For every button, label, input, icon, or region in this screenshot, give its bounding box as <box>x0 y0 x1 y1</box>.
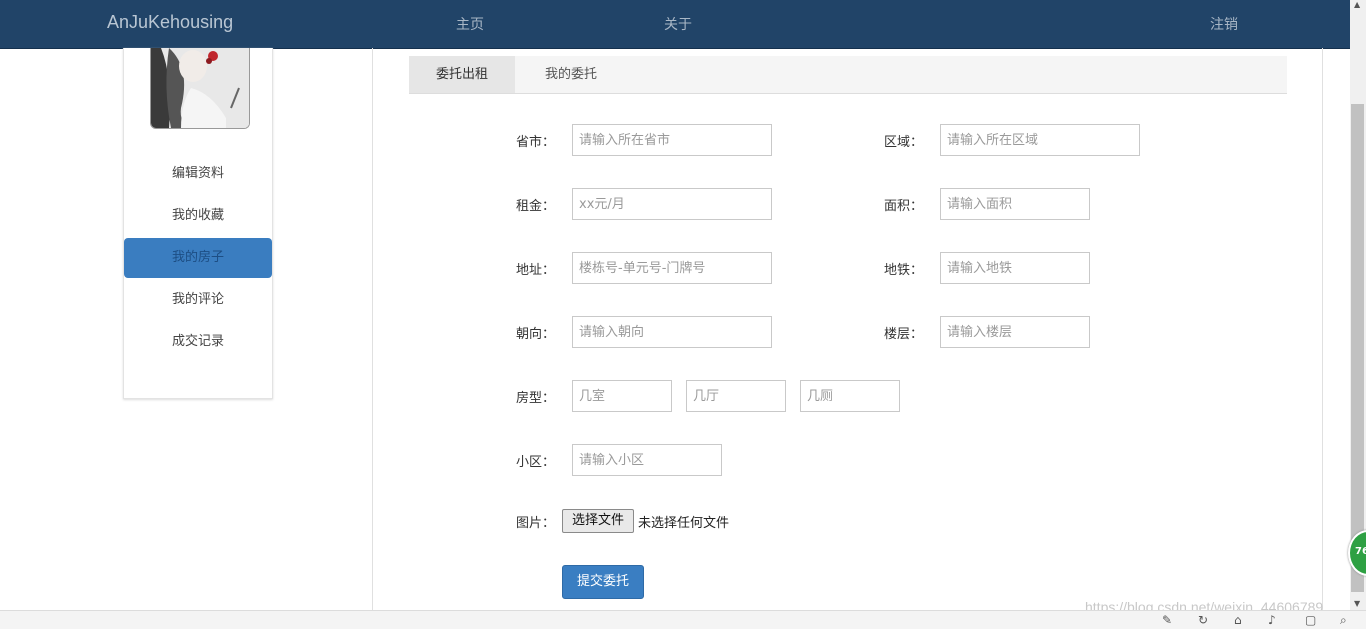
scroll-thumb[interactable] <box>1351 104 1364 592</box>
badge-value: 76 <box>1355 546 1366 557</box>
province-input[interactable] <box>572 124 772 156</box>
choose-file-button[interactable]: 选择文件 <box>562 509 634 533</box>
floor-input[interactable] <box>940 316 1090 348</box>
speaker-icon[interactable]: ♪ <box>1268 613 1276 627</box>
content-right-border <box>1322 48 1323 610</box>
top-navbar: AnJuKehousing 主页 关于 注销 <box>0 0 1350 49</box>
baths-input[interactable] <box>800 380 900 412</box>
district-label: 区域： <box>884 135 924 150</box>
avatar <box>150 48 250 129</box>
window-icon[interactable]: ▢ <box>1305 613 1316 627</box>
pin-icon[interactable]: ✎ <box>1162 613 1172 627</box>
nav-link-home[interactable]: 主页 <box>456 14 484 34</box>
layout-label: 房型： <box>516 391 556 406</box>
image-label: 图片： <box>516 516 556 531</box>
subway-label: 地铁： <box>884 263 924 278</box>
brand-logo[interactable]: AnJuKehousing <box>107 12 233 33</box>
sidebar-item-edit-profile[interactable]: 编辑资料 <box>124 154 272 194</box>
rooms-input[interactable] <box>572 380 672 412</box>
orientation-label: 朝向： <box>516 327 556 342</box>
province-label: 省市： <box>516 135 556 150</box>
tab-my-entrusts[interactable]: 我的委托 <box>515 56 627 93</box>
tab-entrust-rent[interactable]: 委托出租 <box>409 56 515 93</box>
area-label: 面积： <box>884 199 924 214</box>
district-input[interactable] <box>940 124 1140 156</box>
file-status-text: 未选择任何文件 <box>638 516 730 531</box>
sidebar-item-my-comments[interactable]: 我的评论 <box>124 280 272 320</box>
submit-entrust-button[interactable]: 提交委托 <box>562 565 644 599</box>
tab-bar: 委托出租 我的委托 <box>409 56 1287 94</box>
floor-label: 楼层： <box>884 327 924 342</box>
community-input[interactable] <box>572 444 722 476</box>
community-label: 小区： <box>516 455 556 470</box>
orientation-input[interactable] <box>572 316 772 348</box>
browser-status-bar: ✎ ↻ ⌂ ♪ ▢ ⌕ <box>0 610 1366 629</box>
subway-input[interactable] <box>940 252 1090 284</box>
refresh-icon[interactable]: ↻ <box>1198 613 1208 627</box>
content-divider <box>372 48 373 610</box>
vertical-scrollbar[interactable]: ▲ ▼ <box>1350 0 1366 610</box>
halls-input[interactable] <box>686 380 786 412</box>
rent-label: 租金： <box>516 199 556 214</box>
zoom-icon[interactable]: ⌕ <box>1340 613 1347 628</box>
sidebar-item-favorites[interactable]: 我的收藏 <box>124 196 272 236</box>
sidebar-item-transactions[interactable]: 成交记录 <box>124 322 272 362</box>
logout-link[interactable]: 注销 <box>1210 14 1238 34</box>
nav-link-about[interactable]: 关于 <box>664 14 692 34</box>
address-label: 地址： <box>516 263 556 278</box>
sidebar-item-my-houses[interactable]: 我的房子 <box>124 238 272 278</box>
rent-input[interactable] <box>572 188 772 220</box>
building-icon[interactable]: ⌂ <box>1234 613 1242 627</box>
address-input[interactable] <box>572 252 772 284</box>
scroll-up-arrow-icon[interactable]: ▲ <box>1354 0 1360 9</box>
scroll-down-arrow-icon[interactable]: ▼ <box>1354 599 1360 608</box>
user-sidebar: 编辑资料 我的收藏 我的房子 我的评论 成交记录 <box>123 48 273 399</box>
area-input[interactable] <box>940 188 1090 220</box>
